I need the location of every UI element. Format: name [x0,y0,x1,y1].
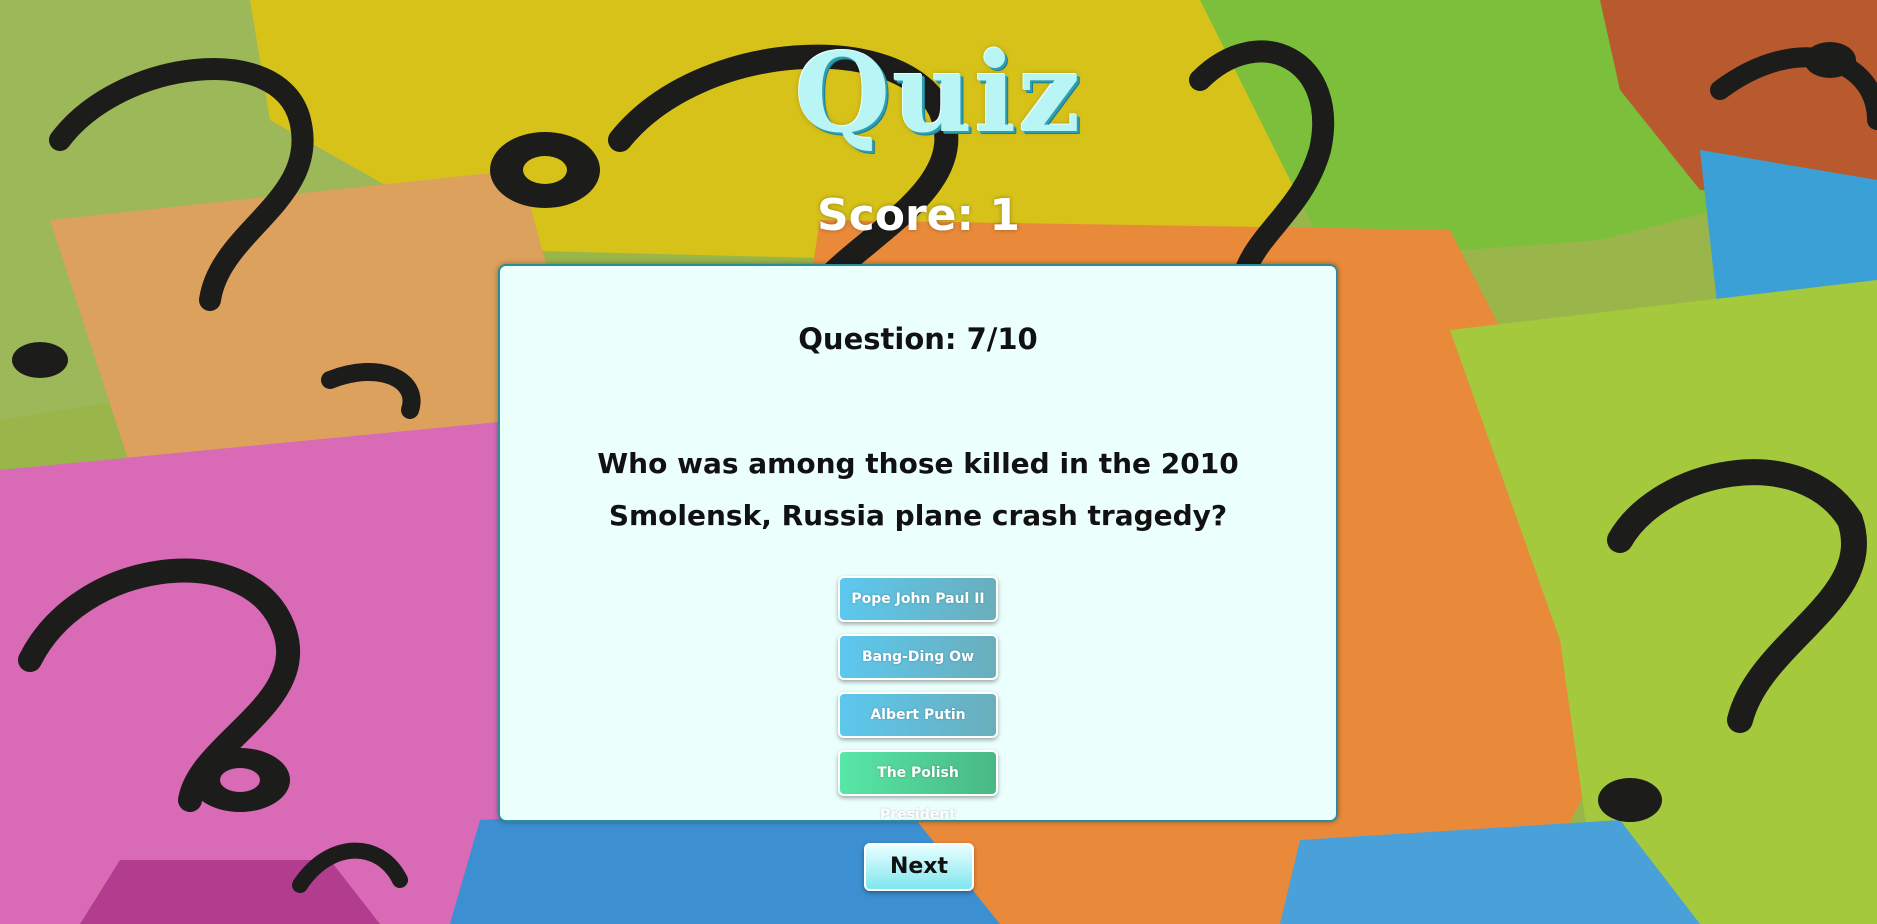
question-counter: Question: 7/10 [798,322,1038,356]
score-display: Score: 1 [816,190,1021,241]
question-card: Question: 7/10 Who was among those kille… [498,264,1338,823]
next-button[interactable]: Next [864,843,974,891]
question-text: Who was among those killed in the 2010 S… [597,447,1239,532]
answer-button[interactable]: Albert Putin [838,692,998,738]
answer-button[interactable]: Bang-Ding Ow [838,634,998,680]
answer-list: Pope John Paul II Bang-Ding Ow Albert Pu… [500,576,1336,823]
quiz-logo: Quiz [794,28,1083,157]
answer-button-correct[interactable]: The Polish President [838,750,998,823]
answer-button[interactable]: Pope John Paul II [838,576,998,622]
